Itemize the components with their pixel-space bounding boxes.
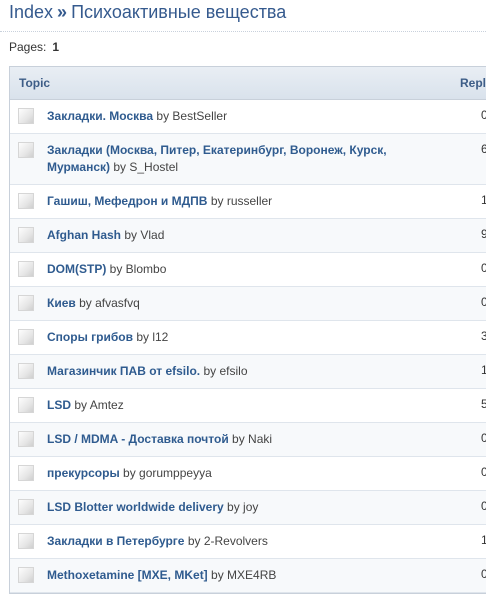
- pagination: Pages: 1: [9, 40, 59, 54]
- breadcrumb: Index» Психоактивные вещества: [9, 2, 286, 23]
- column-header-topic[interactable]: Topic: [19, 76, 50, 90]
- topic-status-icon: [18, 295, 34, 311]
- topic-author[interactable]: by l12: [136, 330, 168, 344]
- topic-status-icon: [18, 329, 34, 345]
- topic-title-link[interactable]: Закладки (Москва, Питер, Екатеринбург, В…: [47, 143, 387, 174]
- column-header-replies[interactable]: Repl: [460, 76, 486, 90]
- table-row: Киев by afvasfvq 0: [10, 287, 486, 321]
- topic-cell: DOM(STP) by Blombo: [47, 261, 417, 278]
- topic-author[interactable]: by russeller: [211, 194, 272, 208]
- topic-reply-count: 0: [481, 567, 486, 581]
- breadcrumb-separator: »: [57, 2, 68, 22]
- pagination-current-page[interactable]: 1: [52, 40, 59, 54]
- topic-cell: Methoxetamine [MXE, MKet] by MXE4RB: [47, 567, 417, 584]
- topic-reply-count: 3: [481, 329, 486, 343]
- topic-author[interactable]: by BestSeller: [156, 109, 227, 123]
- topic-author[interactable]: by joy: [227, 500, 258, 514]
- topic-reply-count: 5: [481, 397, 486, 411]
- topic-reply-count: 0: [481, 295, 486, 309]
- topic-title-link[interactable]: Магазинчик ПАВ от efsilo.: [47, 364, 200, 378]
- topic-author[interactable]: by Blombo: [110, 262, 167, 276]
- topic-reply-count: 6: [481, 142, 486, 156]
- topic-cell: LSD / MDMA - Доставка почтой by Naki: [47, 431, 417, 448]
- topic-reply-count: 0: [481, 499, 486, 513]
- table-row: LSD / MDMA - Доставка почтой by Naki 0: [10, 423, 486, 457]
- topic-title-link[interactable]: Киев: [47, 296, 76, 310]
- table-row: Гашиш, Мефедрон и МДПВ by russeller 1: [10, 185, 486, 219]
- topic-status-icon: [18, 363, 34, 379]
- topic-list: Закладки. Москва by BestSeller 0 Закладки …: [10, 100, 486, 593]
- table-row: LSD Blotter worldwide delivery by joy 0: [10, 491, 486, 525]
- topic-author[interactable]: by MXE4RB: [211, 568, 276, 582]
- header-divider: [0, 31, 486, 32]
- topic-title-link[interactable]: LSD / MDMA - Доставка почтой: [47, 432, 229, 446]
- topic-reply-count: 0: [481, 261, 486, 275]
- topic-author[interactable]: by S_Hostel: [113, 160, 178, 174]
- topic-title-link[interactable]: Закладки. Москва: [47, 109, 153, 123]
- topic-cell: Гашиш, Мефедрон и МДПВ by russeller: [47, 193, 417, 210]
- topic-table: Topic Repl Закладки. Москва by BestSelle…: [9, 66, 486, 594]
- table-row: Закладки (Москва, Питер, Екатеринбург, В…: [10, 134, 486, 185]
- topic-title-link[interactable]: LSD Blotter worldwide delivery: [47, 500, 224, 514]
- topic-author[interactable]: by gorumppeyya: [123, 466, 212, 480]
- topic-reply-count: 1: [481, 533, 486, 547]
- topic-reply-count: 1: [481, 193, 486, 207]
- topic-author[interactable]: by Amtez: [74, 398, 123, 412]
- topic-cell: Закладки в Петербурге by 2-Revolvers: [47, 533, 417, 550]
- table-row: прекурсоры by gorumppeyya 0: [10, 457, 486, 491]
- topic-reply-count: 15: [481, 363, 486, 377]
- topic-title-link[interactable]: LSD: [47, 398, 71, 412]
- topic-title-link[interactable]: прекурсоры: [47, 466, 120, 480]
- topic-status-icon: [18, 533, 34, 549]
- topic-cell: Закладки (Москва, Питер, Екатеринбург, В…: [47, 142, 417, 176]
- table-row: DOM(STP) by Blombo 0: [10, 253, 486, 287]
- topic-status-icon: [18, 465, 34, 481]
- topic-reply-count: 0: [481, 465, 486, 479]
- topic-cell: Закладки. Москва by BestSeller: [47, 108, 417, 125]
- topic-author[interactable]: by efsilo: [203, 364, 247, 378]
- topic-cell: прекурсоры by gorumppeyya: [47, 465, 417, 482]
- topic-status-icon: [18, 499, 34, 515]
- topic-title-link[interactable]: Закладки в Петербурге: [47, 534, 184, 548]
- topic-reply-count: 0: [481, 431, 486, 445]
- topic-status-icon: [18, 431, 34, 447]
- table-row: Afghan Hash by Vlad 9: [10, 219, 486, 253]
- table-row: Споры грибов by l12 3: [10, 321, 486, 355]
- topic-cell: LSD Blotter worldwide delivery by joy: [47, 499, 417, 516]
- table-row: Methoxetamine [MXE, MKet] by MXE4RB 0: [10, 559, 486, 593]
- topic-status-icon: [18, 567, 34, 583]
- topic-title-link[interactable]: Afghan Hash: [47, 228, 121, 242]
- topic-author[interactable]: by Vlad: [124, 228, 164, 242]
- breadcrumb-index-link[interactable]: Index: [9, 2, 53, 22]
- table-row: Магазинчик ПАВ от efsilo. by efsilo 15: [10, 355, 486, 389]
- table-header: Topic Repl: [10, 67, 486, 100]
- topic-title-link[interactable]: Гашиш, Мефедрон и МДПВ: [47, 194, 207, 208]
- topic-cell: LSD by Amtez: [47, 397, 417, 414]
- topic-title-link[interactable]: Methoxetamine [MXE, MKet]: [47, 568, 208, 582]
- table-row: LSD by Amtez 5: [10, 389, 486, 423]
- topic-status-icon: [18, 227, 34, 243]
- topic-author[interactable]: by 2-Revolvers: [188, 534, 268, 548]
- pagination-label: Pages:: [9, 40, 47, 54]
- topic-title-link[interactable]: DOM(STP): [47, 262, 106, 276]
- table-row: Закладки в Петербурге by 2-Revolvers 1: [10, 525, 486, 559]
- topic-cell: Afghan Hash by Vlad: [47, 227, 417, 244]
- topic-status-icon: [18, 397, 34, 413]
- topic-status-icon: [18, 261, 34, 277]
- topic-status-icon: [18, 108, 34, 124]
- topic-status-icon: [18, 142, 34, 158]
- table-row: Закладки. Москва by BestSeller 0: [10, 100, 486, 134]
- topic-reply-count: 9: [481, 227, 486, 241]
- topic-cell: Споры грибов by l12: [47, 329, 417, 346]
- topic-author[interactable]: by Naki: [232, 432, 272, 446]
- topic-cell: Киев by afvasfvq: [47, 295, 417, 312]
- topic-status-icon: [18, 193, 34, 209]
- topic-author[interactable]: by afvasfvq: [79, 296, 140, 310]
- topic-cell: Магазинчик ПАВ от efsilo. by efsilo: [47, 363, 417, 380]
- breadcrumb-forum-link[interactable]: Психоактивные вещества: [71, 2, 286, 22]
- topic-reply-count: 0: [481, 108, 486, 122]
- topic-title-link[interactable]: Споры грибов: [47, 330, 133, 344]
